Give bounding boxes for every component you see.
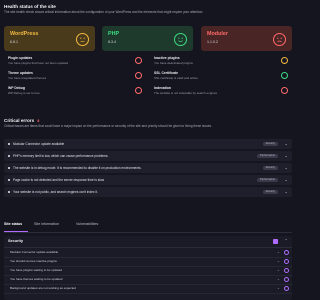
stat-plugin-updates[interactable]: Plugin updates You have plugins that hav… — [4, 56, 144, 69]
sad-face-icon — [281, 87, 288, 94]
stat-title: Plugin updates — [8, 56, 33, 60]
category-badge: Security — [262, 165, 278, 170]
stat-description: SSL certificate is valid and active — [154, 76, 198, 80]
bullet-icon — [8, 143, 10, 145]
health-description: The site health check shows critical inf… — [4, 10, 204, 14]
happy-face-icon — [174, 33, 187, 46]
critical-error-text: Your website is not public, and search e… — [13, 190, 98, 194]
stat-description: WP Debug is set to true — [8, 91, 40, 95]
category-badge: Performance — [257, 177, 278, 182]
critical-errors-description: Critical issues are items that could hav… — [4, 124, 212, 128]
php-name: PHP — [108, 31, 120, 37]
chevron-down-icon[interactable]: ⌄ — [277, 286, 280, 291]
stat-title: Inactive plugins — [154, 56, 180, 60]
wordpress-card[interactable]: WordPress 6.8.1 — [4, 26, 95, 51]
neutral-face-icon — [76, 33, 89, 46]
sad-face-icon — [135, 72, 142, 79]
category-badge: Security — [262, 189, 278, 194]
status-icon — [284, 277, 289, 282]
chevron-down-icon[interactable]: ⌄ — [277, 277, 280, 282]
security-badge-icon — [273, 239, 278, 244]
sad-face-icon — [135, 87, 142, 94]
stat-description: The website is not indexable by search e… — [154, 91, 218, 95]
sad-face-icon — [135, 57, 142, 64]
critical-error-row[interactable]: Page cache is not detected and the serve… — [4, 175, 292, 185]
security-header[interactable]: Security ⌃ — [4, 236, 292, 248]
stat-indexation[interactable]: Indexation The website is not indexable … — [150, 86, 290, 99]
category-badge: Performance — [257, 153, 278, 158]
critical-error-text: PHP's memory limit is low, which can cau… — [13, 154, 109, 158]
stat-title: WP Debug — [8, 86, 25, 90]
happy-face-icon — [281, 72, 288, 79]
chevron-up-icon[interactable]: ⌃ — [284, 238, 288, 243]
bullet-icon — [8, 167, 10, 169]
stat-description: You have deactivated plugins — [154, 61, 193, 65]
security-item-text: Background updates are not working as ex… — [10, 286, 76, 291]
stat-description: You have plugins that have not been upda… — [8, 61, 69, 65]
chevron-down-icon[interactable]: ⌄ — [284, 141, 288, 146]
security-item-text: You have themes waiting to be updated — [10, 277, 63, 282]
health-title: Health status of the site — [4, 4, 56, 9]
moduler-name: Moduler — [207, 31, 228, 37]
security-item-text: You have plugins waiting to be updated — [10, 268, 63, 273]
security-item-text: You should remove inactive plugins — [10, 259, 57, 264]
security-item-text: Modular Connector update available — [10, 250, 59, 255]
moduler-card[interactable]: Moduler 1.1.0.2 — [201, 26, 292, 51]
bullet-icon — [8, 191, 10, 193]
chevron-down-icon[interactable]: ⌄ — [284, 165, 288, 170]
critical-error-row[interactable]: Modular Connector update available Secur… — [4, 139, 292, 149]
critical-error-row[interactable]: Your website is not public, and search e… — [4, 187, 292, 197]
tab-site-status[interactable]: Site status — [4, 222, 22, 226]
stat-title: Indexation — [154, 86, 171, 90]
site-health-tabs: Site status Site information Vulnerabili… — [4, 220, 292, 233]
neutral-face-icon — [281, 57, 288, 64]
status-icon — [284, 259, 289, 264]
chevron-down-icon[interactable]: ⌄ — [277, 250, 280, 255]
chevron-down-icon[interactable]: ⌄ — [284, 189, 288, 194]
sad-face-icon — [273, 33, 286, 46]
stat-title: SSL Certificate — [154, 71, 179, 75]
stat-wp-debug[interactable]: WP Debug WP Debug is set to true — [4, 86, 144, 99]
critical-errors-title: Critical errors 8 — [4, 118, 39, 123]
bullet-icon — [8, 179, 10, 181]
stat-description: You have unupdated themes — [8, 76, 47, 80]
bullet-icon — [8, 155, 10, 157]
tab-site-information[interactable]: Site information — [34, 222, 59, 226]
critical-error-text: The website is in debug mode. It is reco… — [13, 166, 142, 170]
security-section: Security ⌃ Modular Connector update avai… — [4, 236, 292, 300]
chevron-down-icon[interactable]: ⌄ — [284, 153, 288, 158]
chevron-down-icon[interactable]: ⌄ — [284, 177, 288, 182]
status-cards: WordPress 6.8.1 PHP 8.3.4 Moduler 1.1.0.… — [4, 26, 292, 51]
active-tab-indicator — [4, 230, 28, 232]
status-icon — [284, 286, 289, 291]
critical-errors-count: 8 — [37, 119, 40, 123]
critical-errors-label: Critical errors — [4, 118, 35, 123]
chevron-down-icon[interactable]: ⌄ — [277, 268, 280, 273]
critical-error-text: Page cache is not detected and the serve… — [13, 178, 105, 182]
critical-error-text: Modular Connector update available — [13, 142, 65, 146]
security-item[interactable]: Background updates are not working as ex… — [4, 284, 292, 294]
stat-theme-updates[interactable]: Theme updates You have unupdated themes — [4, 71, 144, 84]
status-icon — [284, 268, 289, 273]
wordpress-version: 6.8.1 — [10, 40, 18, 44]
php-card[interactable]: PHP 8.3.4 — [102, 26, 193, 51]
security-title: Security — [8, 239, 23, 243]
tab-vulnerabilities[interactable]: Vulnerabilities — [76, 222, 98, 226]
stat-ssl-certificate[interactable]: SSL Certificate SSL certificate is valid… — [150, 71, 290, 84]
php-version: 8.3.4 — [108, 40, 116, 44]
category-badge: Security — [262, 141, 278, 146]
stat-title: Theme updates — [8, 71, 33, 75]
moduler-version: 1.1.0.2 — [207, 40, 218, 44]
status-icon — [284, 250, 289, 255]
stat-inactive-plugins[interactable]: Inactive plugins You have deactivated pl… — [150, 56, 290, 69]
wordpress-name: WordPress — [10, 31, 39, 37]
chevron-down-icon[interactable]: ⌄ — [277, 259, 280, 264]
critical-error-row[interactable]: The website is in debug mode. It is reco… — [4, 163, 292, 173]
site-health-page: Health status of the site The site healt… — [0, 0, 296, 300]
critical-error-row[interactable]: PHP's memory limit is low, which can cau… — [4, 151, 292, 161]
